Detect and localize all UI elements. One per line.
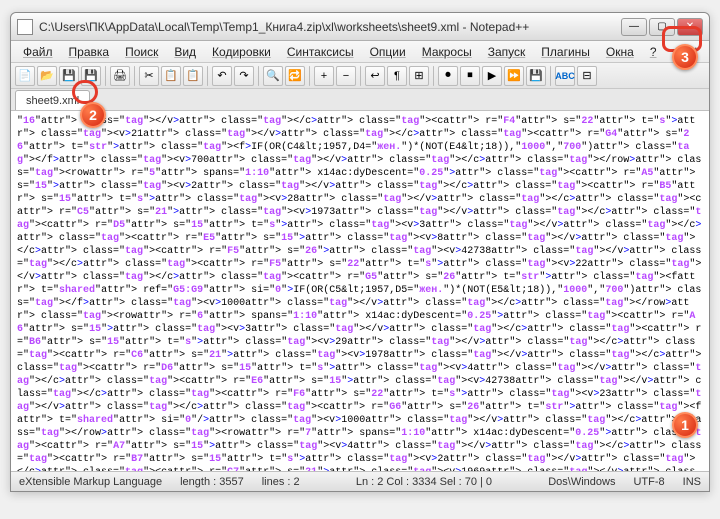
status-position: Ln : 2 Col : 3334 Sel : 70 | 0 [356, 476, 492, 488]
annotation-1: 1 [672, 412, 698, 438]
minimize-button[interactable]: — [621, 18, 647, 36]
annotation-2: 2 [80, 102, 106, 128]
menu-file[interactable]: Файл [15, 43, 61, 61]
xml-text: "16"attr"> class="tag"></v>attr"> class=… [17, 115, 703, 471]
menu-help[interactable]: ? [642, 43, 665, 61]
macro-save-button[interactable]: 💾 [526, 66, 546, 86]
macro-fastplay-button[interactable]: ⏩ [504, 66, 524, 86]
menubar: Файл Правка Поиск Вид Кодировки Синтакси… [11, 41, 709, 63]
macro-record-button[interactable]: ⏺ [438, 66, 458, 86]
menu-macros[interactable]: Макросы [414, 43, 480, 61]
file-tab[interactable]: sheet9.xml [15, 90, 90, 110]
menu-encoding[interactable]: Кодировки [204, 43, 279, 61]
tabbar: sheet9.xml [11, 89, 709, 111]
code-editor[interactable]: "16"attr"> class="tag"></v>attr"> class=… [11, 111, 709, 471]
indent-guide-button[interactable]: ⊞ [409, 66, 429, 86]
app-icon [17, 19, 33, 35]
open-file-button[interactable]: 📂 [37, 66, 57, 86]
menu-syntax[interactable]: Синтаксисы [279, 43, 362, 61]
spellcheck-button[interactable]: ABC [555, 66, 575, 86]
toolbar: 📄 📂 💾 💾 🖨 ✂ 📋 📋 ↶ ↷ 🔍 🔁 + − ↩ ¶ ⊞ ⏺ ⏹ ▶ … [11, 63, 709, 89]
wordwrap-button[interactable]: ↩ [365, 66, 385, 86]
menu-edit[interactable]: Правка [61, 43, 118, 61]
toolbar-separator [360, 66, 361, 86]
toolbar-separator [550, 66, 551, 86]
save-button[interactable]: 💾 [59, 66, 79, 86]
status-language: eXtensible Markup Language [19, 476, 162, 488]
redo-button[interactable]: ↷ [234, 66, 254, 86]
menu-windows[interactable]: Окна [598, 43, 642, 61]
macro-stop-button[interactable]: ⏹ [460, 66, 480, 86]
menu-run[interactable]: Запуск [480, 43, 534, 61]
window-title: C:\Users\ПК\AppData\Local\Temp\Temp1_Кни… [39, 20, 621, 34]
status-mode: INS [683, 476, 701, 488]
paste-button[interactable]: 📋 [183, 66, 203, 86]
tab-label: sheet9.xml [26, 95, 79, 107]
new-file-button[interactable]: 📄 [15, 66, 35, 86]
toolbar-separator [105, 66, 106, 86]
copy-button[interactable]: 📋 [161, 66, 181, 86]
print-button[interactable]: 🖨 [110, 66, 130, 86]
macro-play-button[interactable]: ▶ [482, 66, 502, 86]
zoom-in-button[interactable]: + [314, 66, 334, 86]
compare-button[interactable]: ⊟ [577, 66, 597, 86]
toolbar-separator [433, 66, 434, 86]
annotation-3: 3 [672, 44, 698, 70]
menu-search[interactable]: Поиск [117, 43, 166, 61]
replace-button[interactable]: 🔁 [285, 66, 305, 86]
maximize-button[interactable]: ▢ [649, 18, 675, 36]
zoom-out-button[interactable]: − [336, 66, 356, 86]
cut-button[interactable]: ✂ [139, 66, 159, 86]
app-window: C:\Users\ПК\AppData\Local\Temp\Temp1_Кни… [10, 12, 710, 492]
menu-plugins[interactable]: Плагины [533, 43, 598, 61]
toolbar-separator [134, 66, 135, 86]
save-all-button[interactable]: 💾 [81, 66, 101, 86]
menu-options[interactable]: Опции [362, 43, 414, 61]
toolbar-separator [258, 66, 259, 86]
menu-view[interactable]: Вид [166, 43, 204, 61]
status-lines: lines : 2 [262, 476, 300, 488]
status-encoding: UTF-8 [633, 476, 664, 488]
titlebar: C:\Users\ПК\AppData\Local\Temp\Temp1_Кни… [11, 13, 709, 41]
statusbar: eXtensible Markup Language length : 3557… [11, 471, 709, 491]
undo-button[interactable]: ↶ [212, 66, 232, 86]
show-all-chars-button[interactable]: ¶ [387, 66, 407, 86]
toolbar-separator [309, 66, 310, 86]
find-button[interactable]: 🔍 [263, 66, 283, 86]
close-button[interactable]: ✕ [677, 18, 703, 36]
status-length: length : 3557 [180, 476, 244, 488]
toolbar-separator [207, 66, 208, 86]
status-eol: Dos\Windows [548, 476, 615, 488]
